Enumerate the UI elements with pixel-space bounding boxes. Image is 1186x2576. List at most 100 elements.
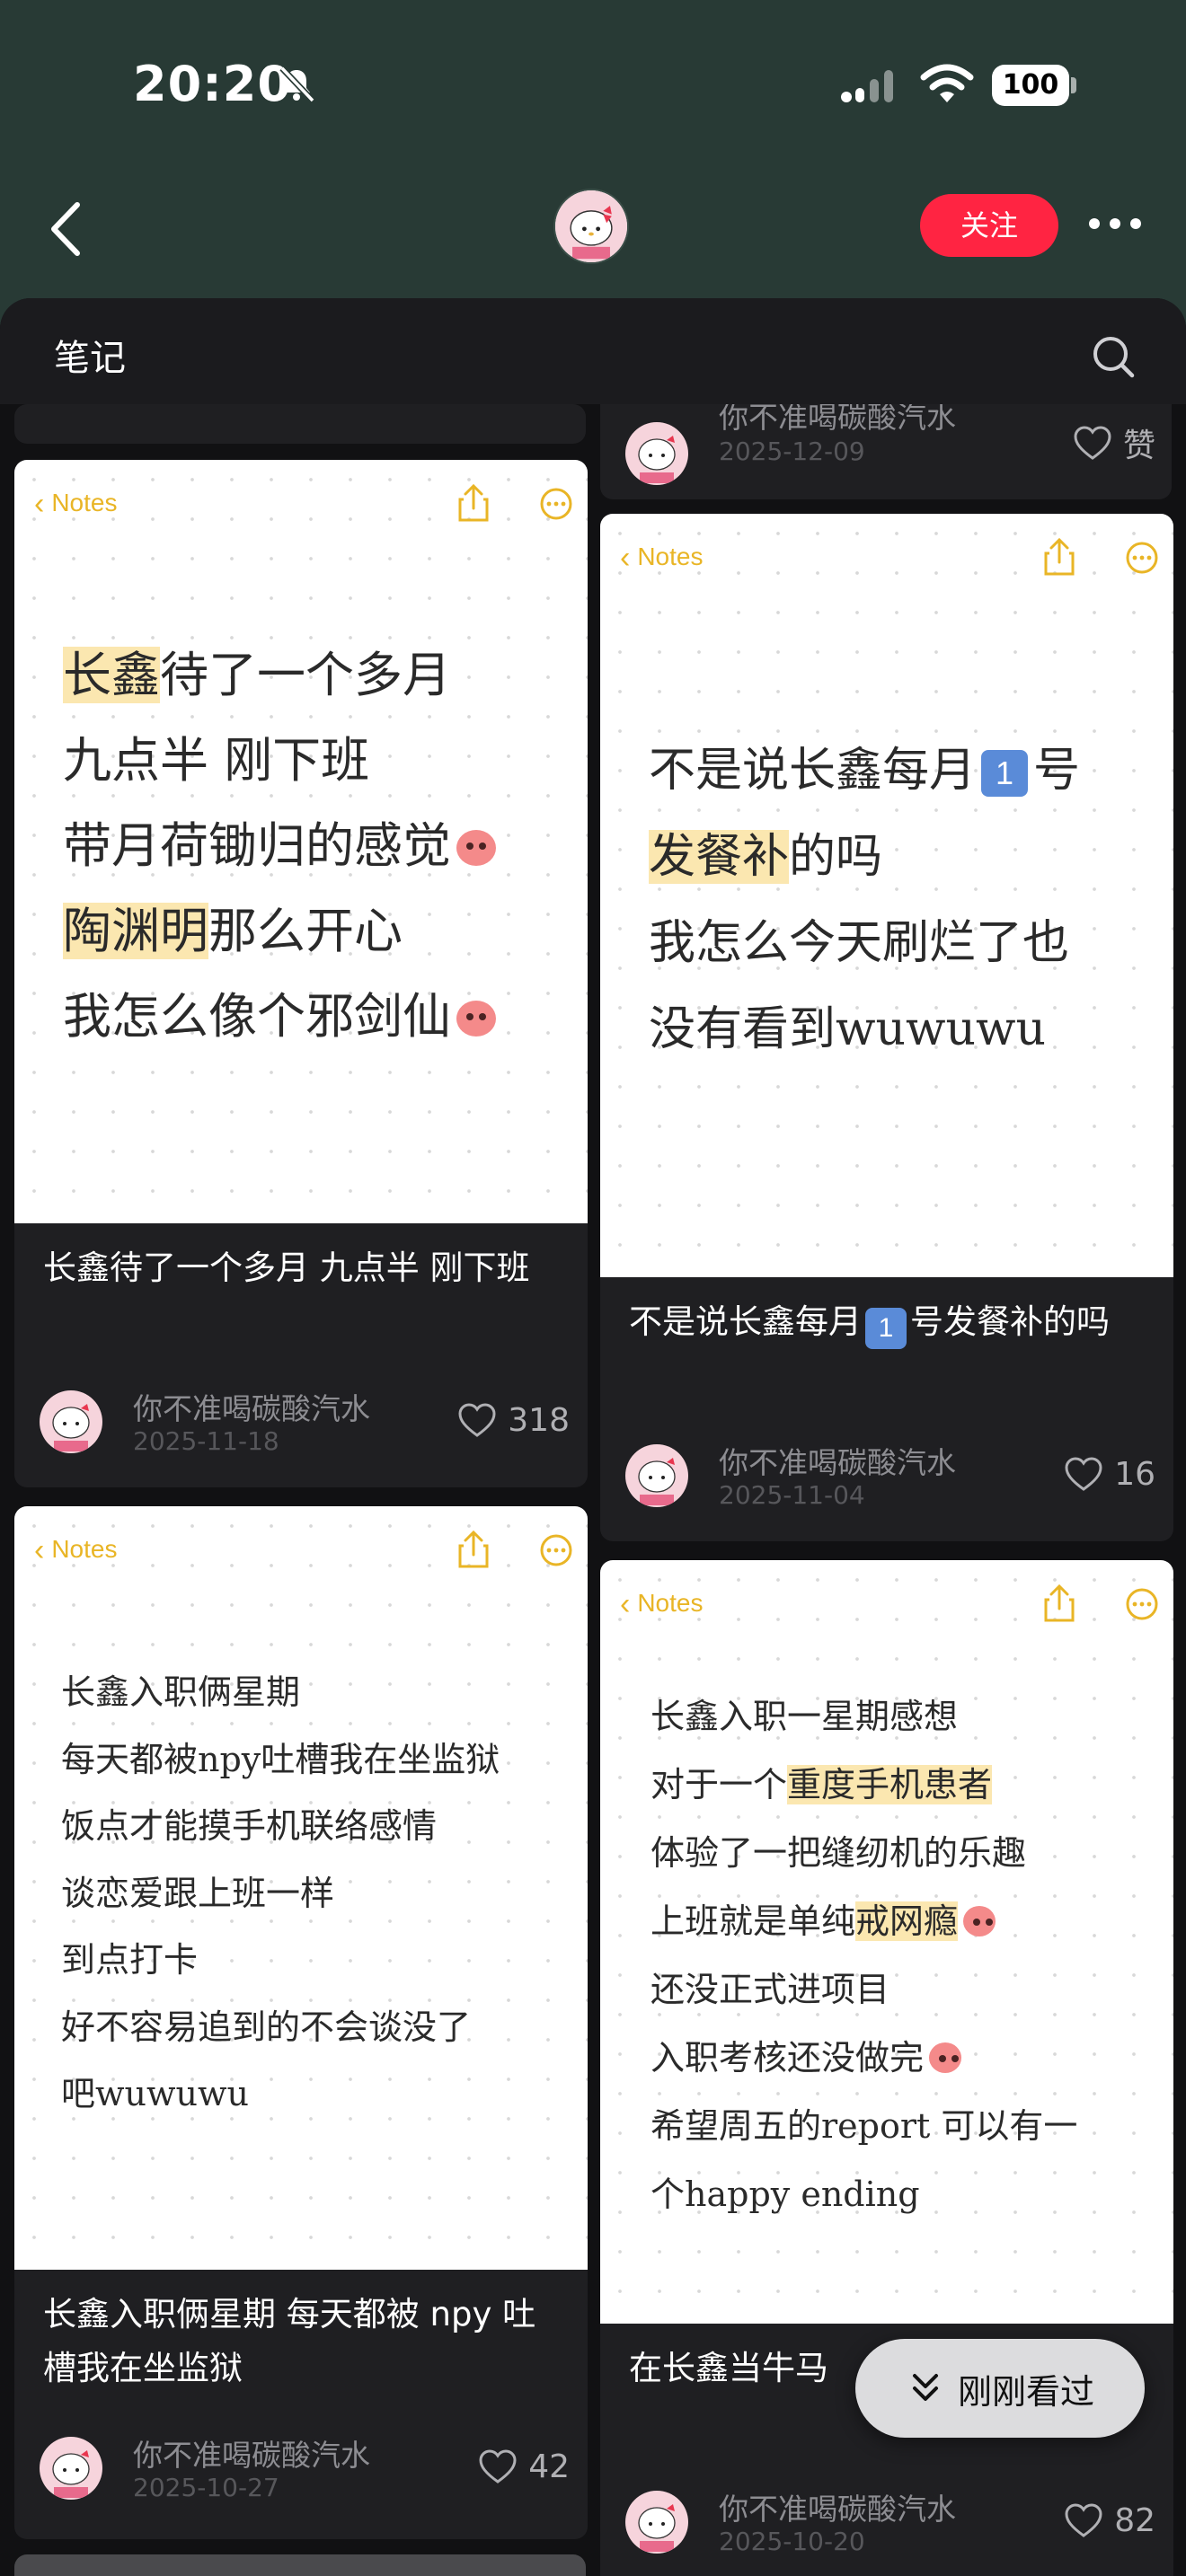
author-name[interactable]: 你不准喝碳酸汽水 [719,1439,956,1482]
author-avatar[interactable] [40,2437,102,2500]
note-line: 上班就是单纯戒网瘾 [651,1887,1077,1955]
heart-icon [479,2449,517,2483]
emoji-icon [456,830,496,866]
author-row: 你不准喝碳酸汽水 2025-10-27 42 [40,2431,570,2502]
notes-toolbar: ‹ Notes [34,483,573,525]
notes-toolbar: ‹ Notes [620,1584,1159,1625]
note-line: 每天都被npy吐槽我在坐监狱 [61,1739,500,1779]
notes-back-link: ‹ Notes [620,541,704,575]
post-date: 2025-11-04 [719,1480,865,1510]
hello-kitty-avatar-icon [638,2504,676,2552]
recently-viewed-button[interactable]: 刚刚看过 [855,2339,1145,2438]
like-button[interactable]: 318 [457,1399,570,1441]
notes-toolbar: ‹ Notes [620,537,1159,578]
like-label: 赞 [1122,428,1155,464]
note-card[interactable]: ‹ Notes 不是说长鑫每月 1 号 发餐补的吗 我怎么今天刷烂了也 没有看到wuw… [600,514,1173,1541]
share-icon [1044,537,1075,576]
card-title[interactable]: 长鑫入职俩星期 每天都被 npy 吐槽我在坐监狱 [43,2288,564,2395]
note-screenshot: ‹ Notes 长鑫入职俩星期 每天都被npy吐槽我在坐监狱 饭点才能摸手机联络感… [14,1506,588,2270]
note-screenshot: ‹ Notes 长鑫待了一个多月 九点半 刚下班 带月荷锄归的感觉 陶渊明那么开心… [14,460,588,1223]
note-card[interactable]: ‹ Notes 长鑫入职俩星期 每天都被npy吐槽我在坐监狱 饭点才能摸手机联络感… [14,1506,588,2539]
like-button[interactable]: 赞 [1073,422,1155,464]
note-line: 我怎么像个邪剑仙 [63,974,496,1059]
note-card[interactable]: ‹ Notes 长鑫待了一个多月 九点半 刚下班 带月荷锄归的感觉 陶渊明那么开心… [14,460,588,1487]
note-line: 好不容易追到的不会谈没了 [61,2007,472,2047]
post-date: 2025-10-20 [719,2527,865,2556]
note-line: 饭点才能摸手机联络感情 [61,1806,438,1846]
emoji-icon [456,1001,496,1037]
hello-kitty-avatar-icon [638,436,676,483]
author-avatar[interactable] [625,1444,688,1507]
bell-muted-icon [279,66,315,103]
share-icon [458,1530,489,1568]
note-line: 不是说长鑫每月 1 号 [649,744,1081,798]
card-title[interactable]: 长鑫待了一个多月 九点半 刚下班 [43,1241,564,1295]
status-time: 20:20 [133,56,292,112]
author-name[interactable]: 你不准喝碳酸汽水 [133,2431,370,2475]
ellipsis-circle-icon [540,488,572,520]
note-line: 入职考核还没做完 [651,2024,1077,2092]
follow-button[interactable]: 关注 [920,194,1058,257]
search-icon[interactable] [1091,334,1136,379]
author-row: 你不准喝碳酸汽水 2025-10-20 82 [625,2485,1155,2556]
note-text: 长鑫入职一星期感想 对于一个重度手机患者 体验了一把缝纫机的乐趣 上班就是单纯戒… [651,1682,1077,2228]
author-name[interactable]: 你不准喝碳酸汽水 [719,2485,956,2528]
hello-kitty-avatar-icon [555,190,627,262]
author-avatar[interactable] [625,422,688,485]
note-line: 对于一个重度手机患者 [651,1765,993,1804]
cellular-signal-icon [841,70,893,102]
note-screenshot: ‹ Notes 不是说长鑫每月 1 号 发餐补的吗 我怎么今天刷烂了也 没有看到wuw… [600,514,1173,1277]
heart-icon [458,1403,496,1437]
author-avatar[interactable] [553,189,629,264]
status-bar: 20:20 100 [0,0,1186,180]
like-count: 16 [1114,1455,1155,1493]
wifi-icon [920,64,974,102]
author-row: 你不准喝碳酸汽水 2025-12-09 赞 [625,400,1155,485]
recently-viewed-label: 刚刚看过 [957,2371,1094,2412]
note-line: 长鑫待了一个多月 [63,647,451,703]
next-card-peek[interactable] [14,2554,586,2576]
card-title[interactable]: 不是说长鑫每月 1 号发餐补的吗 [629,1295,1159,1349]
like-count: 82 [1114,2501,1155,2539]
author-avatar[interactable] [625,2491,688,2554]
note-text: 长鑫待了一个多月 九点半 刚下班 带月荷锄归的感觉 陶渊明那么开心 我怎么像个邪… [63,632,496,1059]
ellipsis-circle-icon [1126,542,1158,574]
emoji-icon [929,2042,962,2073]
notes-back-link: ‹ Notes [34,487,118,521]
note-line: 体验了一把缝纫机的乐趣 [651,1833,1027,1873]
double-chevron-down-icon [912,2374,938,2401]
note-text: 长鑫入职俩星期 每天都被npy吐槽我在坐监狱 饭点才能摸手机联络感情 谈恋爱跟上… [61,1659,500,2128]
author-row: 你不准喝碳酸汽水 2025-11-18 318 [40,1385,570,1456]
author-avatar[interactable] [40,1390,102,1453]
like-button[interactable]: 42 [478,2446,570,2487]
section-title: 笔记 [54,338,126,379]
note-line: 我怎么今天刷烂了也 [649,916,1070,970]
keycap-one-emoji: 1 [865,1308,907,1349]
notes-sheet: 笔记 你不准喝碳酸汽水 2025-12-09 赞 ‹ Notes 长鑫待了一个多… [0,298,1186,2576]
hello-kitty-avatar-icon [52,2450,90,2498]
note-line: 长鑫入职一星期感想 [651,1697,959,1736]
hello-kitty-avatar-icon [638,1458,676,1505]
emoji-icon [963,1906,996,1936]
note-line: 还没正式进项目 [651,1970,890,2009]
more-options-icon[interactable] [1089,218,1141,233]
note-line: 到点打卡 [61,1940,199,1980]
share-icon [458,483,489,522]
like-button[interactable]: 82 [1064,2500,1155,2541]
like-button[interactable]: 16 [1064,1453,1155,1495]
notes-toolbar: ‹ Notes [34,1530,573,1571]
battery-tip [1071,77,1076,93]
battery-indicator: 100 [992,65,1069,106]
notes-back-link: ‹ Notes [34,1533,118,1567]
note-line: 发餐补的吗 [649,830,883,884]
heart-icon [1065,1457,1102,1491]
like-count: 42 [528,2448,570,2485]
note-card-partial-left[interactable] [14,404,586,444]
note-line: 带月荷锄归的感觉 [63,803,496,888]
post-date: 2025-11-18 [133,1426,279,1456]
post-date: 2025-12-09 [719,437,865,466]
back-chevron-icon[interactable] [45,199,84,259]
author-name[interactable]: 你不准喝碳酸汽水 [133,1385,370,1428]
heart-icon [1065,2503,1102,2537]
note-card-partial-right[interactable]: 你不准喝碳酸汽水 2025-12-09 赞 [600,388,1172,499]
